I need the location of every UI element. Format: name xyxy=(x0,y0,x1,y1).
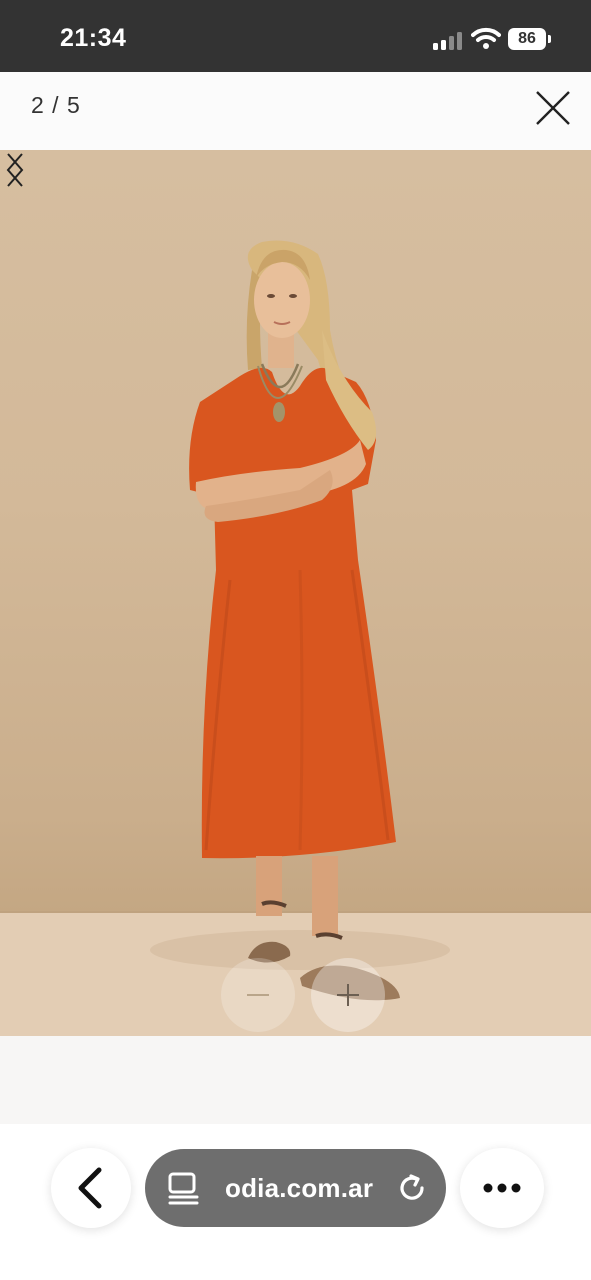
zoom-out-button[interactable] xyxy=(221,958,295,1032)
cellular-signal-icon xyxy=(433,30,463,50)
product-photo-illustration xyxy=(0,240,591,1036)
url-text: odia.com.ar xyxy=(225,1173,374,1203)
reader-icon[interactable] xyxy=(167,1171,201,1205)
address-bar[interactable]: odia.com.ar xyxy=(145,1149,446,1227)
status-time: 21:34 xyxy=(60,24,127,52)
app-frame: 21:34 86 2 / 5 odia.com.ar xyxy=(0,0,591,1280)
image-counter: 2 / 5 xyxy=(31,92,81,118)
battery-level: 86 xyxy=(508,28,546,50)
gallery-header: 2 / 5 xyxy=(0,72,591,242)
close-icon[interactable] xyxy=(533,88,573,128)
status-bar: 21:34 86 xyxy=(0,0,591,72)
plus-icon xyxy=(337,984,359,1006)
product-image[interactable] xyxy=(0,150,591,1036)
back-button[interactable] xyxy=(51,1148,131,1228)
zoom-in-button[interactable] xyxy=(311,958,385,1032)
reload-icon[interactable] xyxy=(395,1171,429,1205)
chevron-left-icon xyxy=(78,1167,102,1209)
wifi-icon xyxy=(471,27,501,49)
minus-icon xyxy=(247,994,269,996)
more-button[interactable] xyxy=(460,1148,544,1228)
chevron-right-icon[interactable] xyxy=(0,150,30,190)
more-dots-icon xyxy=(483,1183,521,1193)
battery-icon: 86 xyxy=(508,28,552,50)
